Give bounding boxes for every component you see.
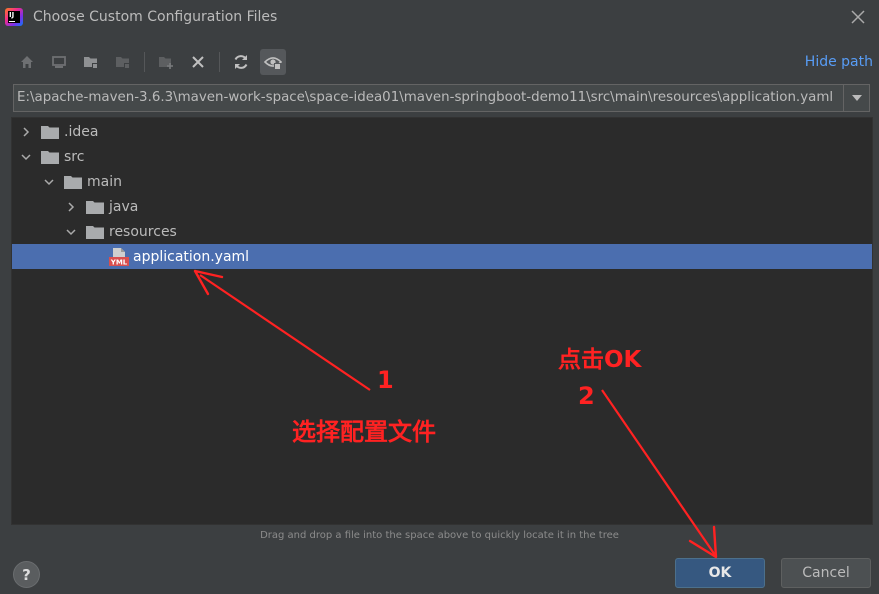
path-combobox[interactable]: E:\apache-maven-3.6.3\maven-work-space\s… — [13, 84, 870, 112]
delete-icon[interactable] — [185, 49, 211, 75]
close-icon[interactable] — [849, 8, 867, 26]
tree-item-label: resources — [109, 223, 177, 240]
folder-icon — [86, 225, 104, 239]
tree-item-label: src — [64, 148, 85, 165]
path-value: E:\apache-maven-3.6.3\maven-work-space\s… — [17, 90, 834, 105]
desktop-icon[interactable] — [46, 49, 72, 75]
chevron-down-icon[interactable] — [65, 226, 77, 238]
ok-button[interactable]: OK — [675, 558, 765, 588]
file-chooser-toolbar — [14, 48, 292, 76]
help-button[interactable]: ? — [13, 561, 40, 588]
path-input[interactable]: E:\apache-maven-3.6.3\maven-work-space\s… — [14, 85, 843, 111]
module-folder-icon[interactable] — [110, 49, 136, 75]
tree-item-label: main — [87, 173, 122, 190]
annotation-step-2-title: 点击OK — [558, 347, 642, 373]
dialog-title: Choose Custom Configuration Files — [33, 9, 278, 25]
folder-icon — [64, 175, 82, 189]
refresh-icon[interactable] — [228, 49, 254, 75]
chevron-right-icon[interactable] — [20, 126, 32, 138]
folder-icon — [86, 200, 104, 214]
tree-row-main[interactable]: main — [12, 169, 872, 194]
tree-row-idea[interactable]: .idea — [12, 119, 872, 144]
annotation-step-1-number: 1 — [377, 366, 394, 394]
folder-icon — [41, 125, 59, 139]
intellij-logo-icon: IJ — [5, 8, 23, 26]
show-hidden-icon[interactable] — [260, 49, 286, 75]
project-folder-icon[interactable] — [78, 49, 104, 75]
tree-row-application-yaml[interactable]: YML application.yaml — [12, 244, 872, 269]
toolbar-separator — [219, 52, 220, 72]
annotation-step-1-text: 选择配置文件 — [292, 418, 436, 446]
chevron-down-icon[interactable] — [43, 176, 55, 188]
file-tree[interactable]: .idea src main java resources YML applic… — [11, 117, 873, 525]
svg-text:YML: YML — [110, 258, 128, 266]
folder-icon — [41, 150, 59, 164]
tree-item-label: .idea — [64, 123, 99, 140]
toolbar-separator — [144, 52, 145, 72]
hide-path-link[interactable]: Hide path — [805, 54, 873, 70]
title-bar: IJ Choose Custom Configuration Files — [0, 0, 879, 36]
tree-row-java[interactable]: java — [12, 194, 872, 219]
drag-drop-hint: Drag and drop a file into the space abov… — [260, 530, 619, 541]
home-icon[interactable] — [14, 49, 40, 75]
new-folder-icon[interactable] — [153, 49, 179, 75]
tree-item-label: java — [109, 198, 139, 215]
choose-config-files-dialog: IJ Choose Custom Configuration Files Hid… — [0, 0, 879, 594]
cancel-button[interactable]: Cancel — [781, 558, 871, 588]
tree-row-src[interactable]: src — [12, 144, 872, 169]
tree-item-label: application.yaml — [133, 248, 250, 265]
yaml-file-icon: YML — [109, 247, 129, 267]
chevron-down-icon[interactable] — [20, 151, 32, 163]
annotation-step-2-number: 2 — [578, 382, 595, 410]
chevron-down-icon[interactable] — [843, 85, 869, 111]
chevron-right-icon[interactable] — [65, 201, 77, 213]
tree-row-resources[interactable]: resources — [12, 219, 872, 244]
